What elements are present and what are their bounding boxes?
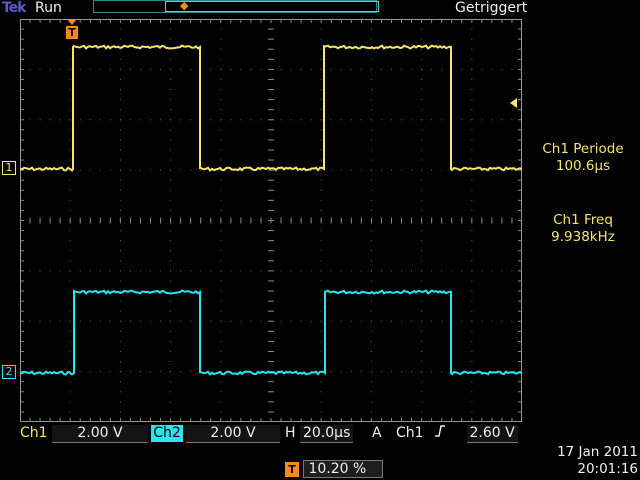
trigger-position-top-marker: ◆ [180, 0, 189, 12]
measurement-period: Ch1 Periode 100.6µs [527, 141, 639, 175]
trigger-level-value: 2.60 V [466, 425, 518, 443]
acquisition-state[interactable]: Run [35, 0, 62, 16]
waveform-display[interactable] [20, 19, 522, 422]
trigger-position-label: T [66, 26, 78, 39]
measurement-frequency-value: 9.938kHz [551, 229, 615, 245]
ch1-waveform [20, 44, 522, 172]
record-view-window[interactable] [165, 1, 379, 12]
trigger-status: Getriggert [455, 0, 528, 16]
trigger-settings[interactable]: A Ch1 2.60 V [372, 425, 518, 443]
measurement-period-value: 100.6µs [555, 158, 611, 174]
measurement-frequency: Ch1 Freq 9.938kHz [527, 212, 639, 246]
tek-logo: Tek [2, 0, 26, 16]
trigger-position-readout[interactable]: T 10.20 % [285, 460, 384, 478]
trigger-level-marker[interactable] [510, 98, 517, 108]
trigger-source: Ch1 [396, 425, 424, 441]
ch2-label[interactable]: Ch2 [151, 425, 183, 442]
trigger-position-icon: T [285, 461, 299, 477]
date: 17 Jan 2011 [557, 444, 638, 460]
measurement-period-label: Ch1 Periode [542, 141, 624, 157]
time: 20:01:16 [577, 461, 638, 477]
ch2-ground-marker[interactable]: 2 [2, 365, 16, 379]
ch2-scale[interactable]: 2.00 V [186, 425, 280, 443]
horizontal-scale-value: 20.0µs [299, 425, 354, 443]
horizontal-scale[interactable]: H 20.0µs [285, 425, 354, 443]
rising-edge-icon [434, 425, 448, 442]
trigger-position-marker[interactable]: T [66, 19, 78, 39]
trigger-mode: A [372, 425, 382, 441]
ch1-ground-marker[interactable]: 1 [2, 161, 16, 175]
ch1-scale[interactable]: 2.00 V [52, 425, 148, 443]
horizontal-label: H [285, 425, 296, 441]
date-time: 17 Jan 2011 20:01:16 [536, 444, 638, 478]
measurement-frequency-label: Ch1 Freq [553, 212, 613, 228]
ch1-label[interactable]: Ch1 [20, 425, 48, 442]
trigger-position-value: 10.20 % [303, 460, 384, 478]
ch2-scale-value: 2.00 V [210, 425, 256, 441]
graticule [20, 19, 522, 422]
ch1-scale-value: 2.00 V [77, 425, 123, 441]
